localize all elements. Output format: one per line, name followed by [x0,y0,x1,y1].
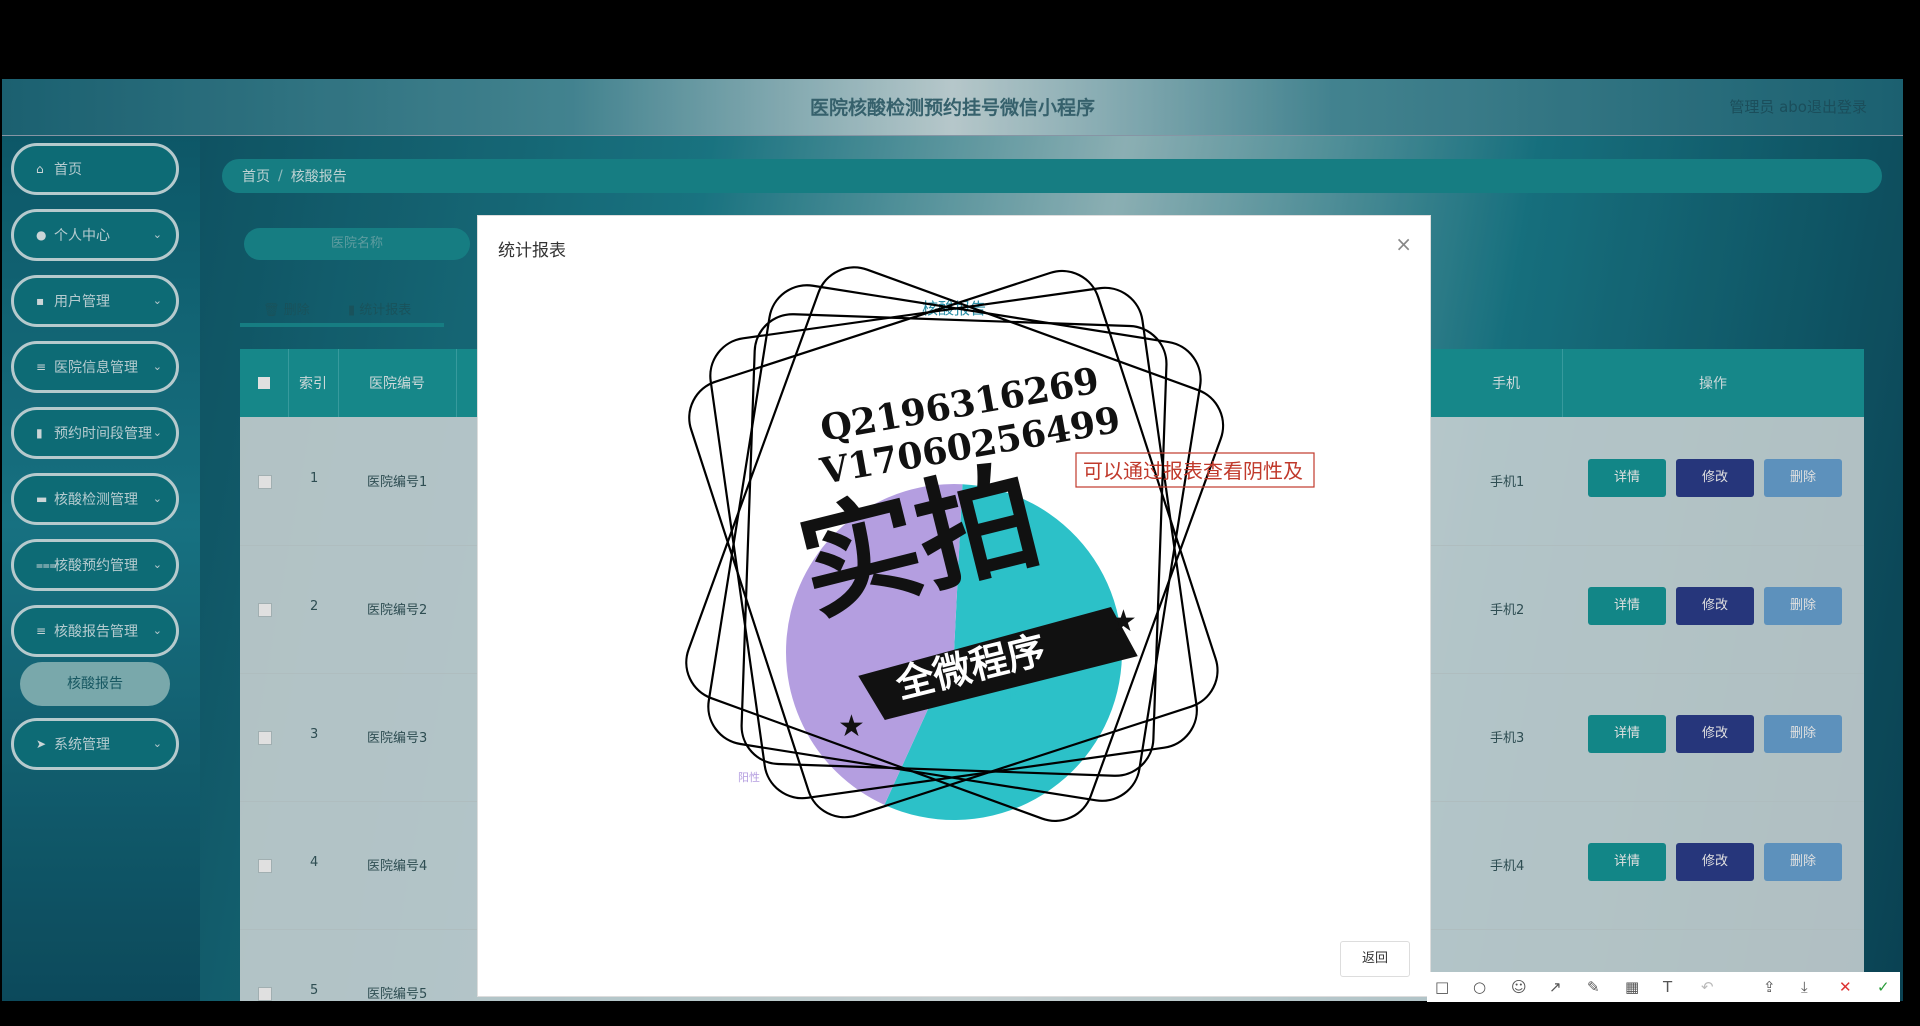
mosaic-icon[interactable]: ▦ [1625,978,1639,996]
download-icon[interactable]: ⤓ [1801,978,1808,996]
report-modal: 统计报表 × 核酸报告 阴性 阳性 Q2196316269 V170602564… [477,215,1431,997]
text-icon[interactable]: T [1663,978,1672,996]
pen-icon[interactable]: ✎ [1587,978,1600,996]
pie-chart: 核酸报告 阴性 阳性 Q2196316269 V17060256499 实拍 全… [685,266,1315,822]
share-icon[interactable]: ⇪ [1763,978,1776,996]
slice-label-negative: 阴性 [1000,689,1022,703]
cancel-icon[interactable]: ✕ [1839,978,1852,996]
app-window: 医院核酸检测预约挂号微信小程序 管理员 abo 退出登录 ⌂ 首页 ● 个人中心… [2,79,1903,1001]
confirm-icon[interactable]: ✓ [1877,978,1890,996]
screenshot-toolbar: □ ○ ☺ ↗ ✎ ▦ T ↶ ⇪ ⤓ ✕ ✓ [1427,972,1900,1002]
undo-icon[interactable]: ↶ [1701,978,1714,996]
star-icon: ★ [1110,604,1137,639]
star-icon: ★ [838,709,865,744]
annotation-text: 可以通过报表查看阴性及 [1083,459,1303,483]
rectangle-icon[interactable]: □ [1435,978,1449,996]
return-button[interactable]: 返回 [1340,941,1410,977]
ellipse-icon[interactable]: ○ [1473,978,1486,996]
arrow-icon[interactable]: ↗ [1549,978,1562,996]
emoji-icon[interactable]: ☺ [1511,978,1527,996]
slice-label-positive: 阳性 [738,770,760,784]
